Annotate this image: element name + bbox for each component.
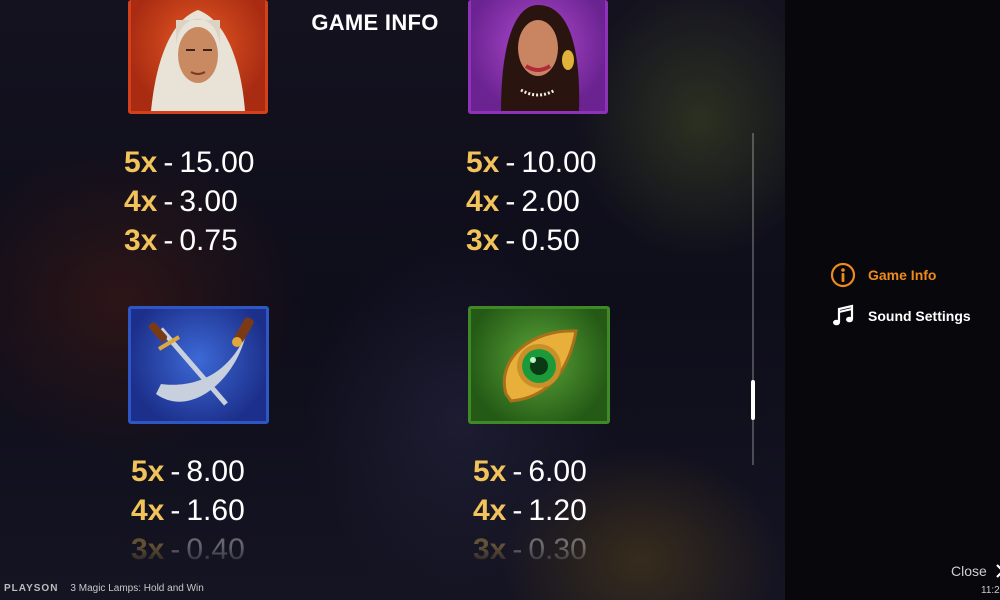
payout-value: 8.00 [186, 455, 245, 488]
payout-value: 3.00 [179, 185, 238, 218]
info-icon [830, 262, 856, 288]
separator: - [505, 146, 516, 179]
paytable-row: 4x -2.00 [466, 182, 596, 221]
multiplier-label: 3x [131, 533, 165, 566]
scrollbar-thumb[interactable] [751, 380, 755, 420]
side-menu-panel [785, 0, 1000, 600]
turbaned-man-symbol [128, 0, 268, 114]
paytable-turbaned-man: 5x -15.00 4x -3.00 3x -0.75 [124, 143, 254, 260]
separator: - [163, 185, 174, 218]
multiplier-label: 4x [473, 494, 507, 527]
multiplier-label: 4x [466, 185, 500, 218]
payout-value: 0.30 [528, 533, 587, 566]
game-name: 3 Magic Lamps: Hold and Win [70, 583, 204, 594]
paytable-row: 5x -8.00 [131, 452, 245, 491]
paytable-row: 5x -15.00 [124, 143, 254, 182]
menu-item-sound-settings[interactable]: Sound Settings [830, 303, 971, 329]
separator: - [512, 494, 523, 527]
paytable-row: 3x -0.75 [124, 221, 254, 260]
separator: - [170, 455, 181, 488]
separator: - [505, 224, 516, 257]
payout-value: 10.00 [521, 146, 597, 179]
clock: 11:2 [981, 585, 1000, 596]
separator: - [163, 224, 174, 257]
paytable-row: 3x -0.40 [131, 530, 245, 569]
paytable-green-gem: 5x -6.00 4x -1.20 3x -0.30 [473, 452, 587, 569]
multiplier-label: 4x [124, 185, 158, 218]
green-gem-symbol [468, 306, 610, 424]
multiplier-label: 5x [131, 455, 165, 488]
separator: - [163, 146, 174, 179]
payout-value: 6.00 [528, 455, 587, 488]
paytable-row: 4x -3.00 [124, 182, 254, 221]
separator: - [170, 533, 181, 566]
multiplier-label: 3x [466, 224, 500, 257]
multiplier-label: 5x [124, 146, 158, 179]
payout-value: 0.75 [179, 224, 238, 257]
payout-value: 1.20 [528, 494, 587, 527]
princess-symbol [468, 0, 608, 114]
paytable-crossed-swords: 5x -8.00 4x -1.60 3x -0.40 [131, 452, 245, 569]
music-note-icon [830, 303, 856, 329]
payout-value: 15.00 [179, 146, 255, 179]
multiplier-label: 5x [473, 455, 507, 488]
payout-value: 0.50 [521, 224, 580, 257]
payout-value: 0.40 [186, 533, 245, 566]
separator: - [505, 185, 516, 218]
menu-item-game-info[interactable]: Game Info [830, 262, 936, 288]
multiplier-label: 3x [124, 224, 158, 257]
menu-item-label: Sound Settings [868, 308, 971, 324]
multiplier-label: 5x [466, 146, 500, 179]
separator: - [512, 455, 523, 488]
menu-item-label: Game Info [868, 267, 937, 283]
paytable-row: 5x -6.00 [473, 452, 587, 491]
paytable-row: 5x -10.00 [466, 143, 596, 182]
close-icon [996, 564, 1000, 578]
separator: - [170, 494, 181, 527]
paytable-row: 3x -0.50 [466, 221, 596, 260]
close-button[interactable]: Close [951, 563, 1000, 579]
brand-logo: PLAYSON [4, 583, 59, 594]
crossed-swords-symbol [128, 306, 269, 424]
close-label: Close [951, 563, 987, 579]
payout-value: 1.60 [186, 494, 245, 527]
multiplier-label: 3x [473, 533, 507, 566]
blurred-game-background [0, 0, 785, 600]
paytable-princess: 5x -10.00 4x -2.00 3x -0.50 [466, 143, 596, 260]
payout-value: 2.00 [521, 185, 580, 218]
multiplier-label: 4x [131, 494, 165, 527]
footer-bar: PLAYSON 3 Magic Lamps: Hold and Win [4, 583, 204, 594]
page-title: GAME INFO [311, 10, 439, 35]
separator: - [512, 533, 523, 566]
paytable-row: 4x -1.20 [473, 491, 587, 530]
paytable-row: 4x -1.60 [131, 491, 245, 530]
paytable-row: 3x -0.30 [473, 530, 587, 569]
